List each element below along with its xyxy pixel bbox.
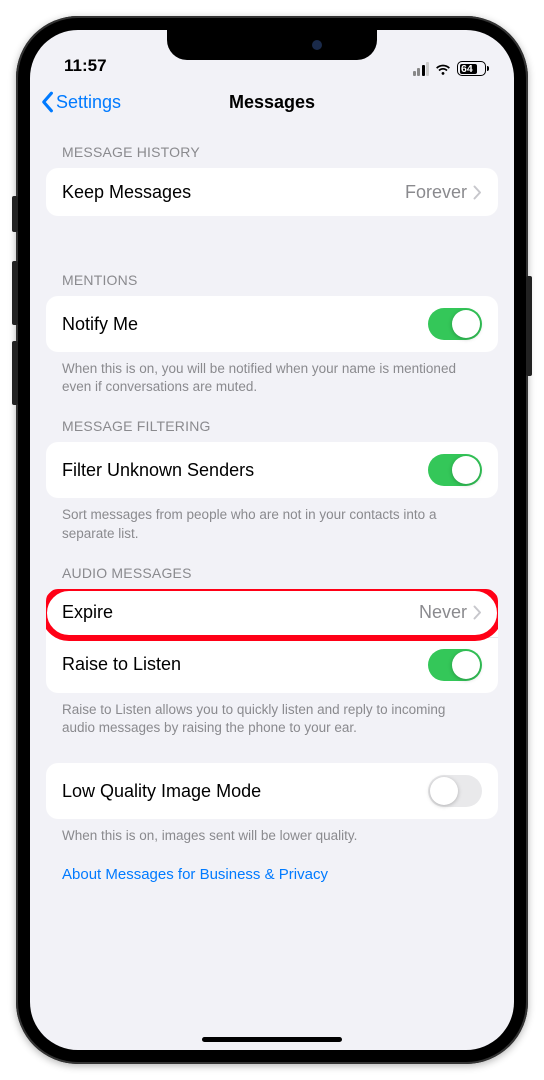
group-audio-messages: Expire Never Raise to Listen	[46, 589, 498, 693]
chevron-right-icon	[473, 185, 482, 200]
footer-audio-messages: Raise to Listen allows you to quickly li…	[46, 693, 498, 737]
status-indicators: 64	[413, 61, 487, 76]
toggle-low-quality-image[interactable]	[428, 775, 482, 807]
volume-up-button	[12, 261, 18, 325]
row-keep-messages[interactable]: Keep Messages Forever	[46, 168, 498, 216]
group-filtering: Filter Unknown Senders	[46, 442, 498, 498]
footer-filtering: Sort messages from people who are not in…	[46, 498, 498, 542]
section-header-filtering: MESSAGE FILTERING	[46, 396, 498, 442]
row-label: Keep Messages	[62, 182, 405, 203]
footer-mentions: When this is on, you will be notified wh…	[46, 352, 498, 396]
chevron-right-icon	[473, 605, 482, 620]
row-label: Filter Unknown Senders	[62, 460, 428, 481]
power-button	[526, 276, 532, 376]
toggle-filter-unknown[interactable]	[428, 454, 482, 486]
back-button[interactable]: Settings	[40, 91, 121, 113]
row-value: Never	[419, 602, 467, 623]
phone-frame: 11:57 64 Settings Mes	[16, 16, 528, 1064]
row-value: Forever	[405, 182, 467, 203]
nav-bar: Settings Messages	[30, 78, 514, 126]
home-indicator[interactable]	[202, 1037, 342, 1042]
settings-content: MESSAGE HISTORY Keep Messages Forever ME…	[30, 126, 514, 903]
volume-down-button	[12, 341, 18, 405]
chevron-left-icon	[40, 91, 54, 113]
cellular-signal-icon	[413, 62, 430, 76]
footer-image-mode: When this is on, images sent will be low…	[46, 819, 498, 845]
wifi-icon	[434, 62, 452, 76]
row-notify-me[interactable]: Notify Me	[46, 296, 498, 352]
section-header-audio-messages: AUDIO MESSAGES	[46, 543, 498, 589]
row-label: Low Quality Image Mode	[62, 781, 428, 802]
row-filter-unknown-senders[interactable]: Filter Unknown Senders	[46, 442, 498, 498]
silent-switch	[12, 196, 18, 232]
row-expire[interactable]: Expire Never	[46, 589, 498, 637]
row-label: Expire	[62, 602, 419, 623]
row-low-quality-image-mode[interactable]: Low Quality Image Mode	[46, 763, 498, 819]
notch	[167, 30, 377, 60]
group-mentions: Notify Me	[46, 296, 498, 352]
row-label: Notify Me	[62, 314, 428, 335]
toggle-notify-me[interactable]	[428, 308, 482, 340]
toggle-raise-to-listen[interactable]	[428, 649, 482, 681]
section-header-mentions: MENTIONS	[46, 250, 498, 296]
group-image-mode: Low Quality Image Mode	[46, 763, 498, 819]
battery-indicator: 64	[457, 61, 486, 76]
page-title: Messages	[229, 92, 315, 113]
phone-screen: 11:57 64 Settings Mes	[30, 30, 514, 1050]
row-label: Raise to Listen	[62, 654, 428, 675]
status-time: 11:57	[64, 56, 107, 76]
group-message-history: Keep Messages Forever	[46, 168, 498, 216]
row-raise-to-listen[interactable]: Raise to Listen	[46, 637, 498, 693]
back-label: Settings	[56, 92, 121, 113]
section-header-message-history: MESSAGE HISTORY	[46, 126, 498, 168]
about-privacy-link[interactable]: About Messages for Business & Privacy	[46, 846, 498, 883]
